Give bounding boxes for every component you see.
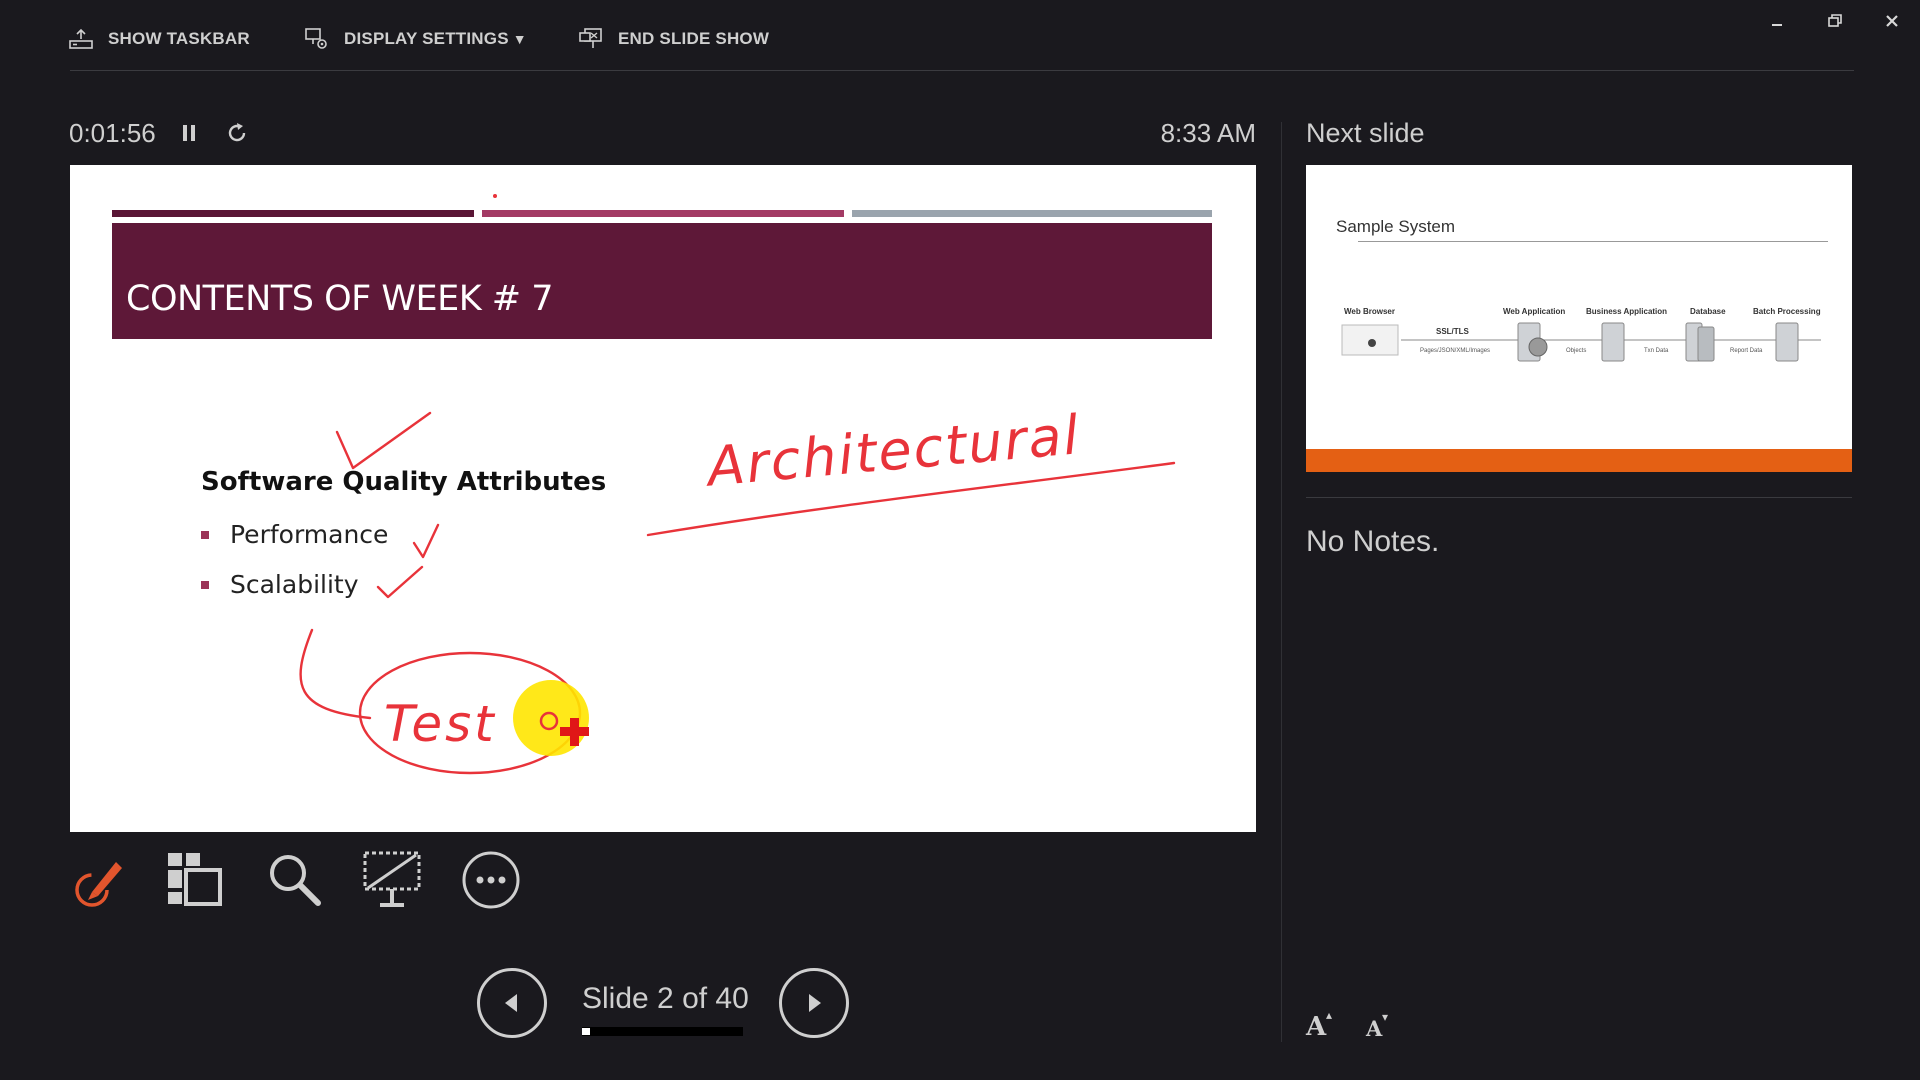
close-button[interactable]	[1872, 6, 1912, 36]
zoom-icon[interactable]	[265, 850, 325, 910]
increase-font-button[interactable]: A ▴	[1306, 1008, 1342, 1048]
elapsed-timer: 0:01:56	[69, 118, 156, 148]
ink-word-test: Test	[384, 695, 497, 753]
next-arrow-icon	[809, 994, 821, 1012]
minimize-icon	[1772, 24, 1782, 26]
current-time: 8:33 AM	[1160, 118, 1256, 148]
chevron-down-icon: ▼	[512, 31, 527, 47]
ink-connector	[299, 628, 372, 720]
ink-check	[335, 411, 432, 470]
close-icon	[1886, 15, 1898, 27]
end-slide-show-label: END SLIDE SHOW	[618, 29, 770, 48]
caret-up-icon: ▴	[1326, 1008, 1333, 1022]
pen-tool-icon[interactable]	[68, 850, 128, 910]
taskbar-icon	[69, 28, 93, 49]
presenter-view: SHOW TASKBAR DISPLAY SETTINGS ▼ END SLID…	[0, 0, 1920, 1080]
restore-button[interactable]	[1815, 6, 1855, 36]
ink-annotations: Architectural Test	[299, 194, 1176, 775]
show-taskbar-label: SHOW TASKBAR	[108, 29, 250, 48]
server-icon	[1517, 322, 1799, 362]
previous-arrow-icon	[505, 994, 517, 1012]
black-screen-icon[interactable]	[362, 850, 422, 910]
caret-down-icon: ▾	[1382, 1010, 1389, 1024]
ink-check	[376, 565, 424, 599]
top-toolbar: SHOW TASKBAR DISPLAY SETTINGS ▼ END SLID…	[0, 0, 1920, 72]
panel-divider	[1281, 122, 1282, 1042]
current-slide[interactable]: CONTENTS OF WEEK # 7 Software Quality At…	[70, 165, 1256, 832]
next-slide-label: Next slide	[1306, 118, 1425, 148]
more-options-icon[interactable]	[461, 850, 521, 910]
font-increase-icon: A	[1306, 1012, 1327, 1042]
display-settings-button[interactable]: DISPLAY SETTINGS ▼	[304, 22, 527, 56]
show-taskbar-button[interactable]: SHOW TASKBAR	[68, 22, 250, 56]
display-settings-icon	[305, 28, 327, 49]
next-slide-thumbnail[interactable]: Sample System Web Browser SSL/TLS Web Ap…	[1306, 165, 1852, 472]
next-slide-button[interactable]	[779, 968, 849, 1038]
speaker-notes: No Notes.	[1306, 525, 1440, 558]
display-settings-label: DISPLAY SETTINGS	[344, 29, 509, 48]
ink-check	[412, 523, 440, 559]
decrease-font-button[interactable]: A ▾	[1366, 1010, 1402, 1048]
restore-icon	[1828, 14, 1842, 27]
notes-divider	[1306, 497, 1852, 498]
next-slide-accent-bar	[1306, 449, 1852, 472]
previous-slide-button[interactable]	[477, 968, 547, 1038]
diagram-graphics	[1341, 322, 1821, 362]
ink-word-architectural: Architectural	[702, 403, 1083, 499]
font-decrease-icon: A	[1366, 1016, 1383, 1041]
end-show-icon	[579, 28, 602, 48]
slide-counter[interactable]: Slide 2 of 40	[582, 982, 749, 1016]
toolbar-divider	[70, 70, 1854, 71]
restart-timer-icon[interactable]	[224, 120, 250, 146]
minimize-button[interactable]	[1757, 6, 1797, 36]
see-all-slides-icon[interactable]	[165, 850, 225, 910]
pause-icon[interactable]	[176, 120, 202, 146]
browser-icon	[1341, 324, 1399, 356]
slide-progress-fill	[582, 1028, 591, 1035]
end-slide-show-button[interactable]: END SLIDE SHOW	[578, 22, 769, 56]
slide-progress-bar	[582, 1027, 743, 1036]
